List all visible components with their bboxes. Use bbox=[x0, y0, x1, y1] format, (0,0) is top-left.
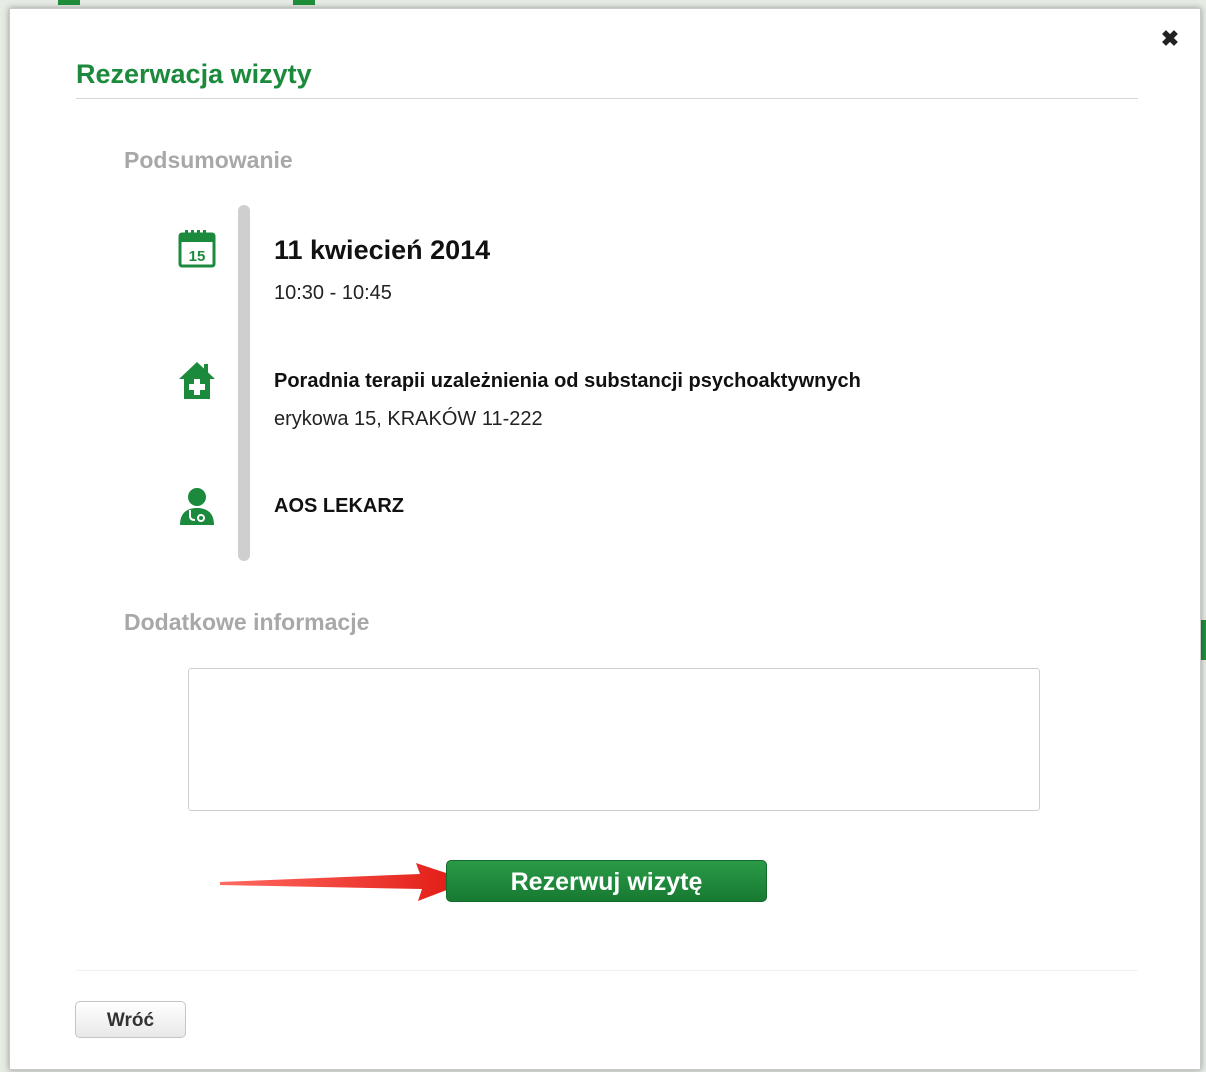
reservation-dialog: ✖ Rezerwacja wizyty Podsumowanie 15 11 k… bbox=[9, 8, 1201, 1070]
back-button[interactable]: Wróć bbox=[75, 1001, 186, 1038]
additional-info-textarea[interactable] bbox=[188, 668, 1040, 811]
reserve-visit-button[interactable]: Rezerwuj wizytę bbox=[446, 860, 767, 902]
backdrop-tab-marker bbox=[58, 0, 80, 5]
visit-time: 10:30 - 10:45 bbox=[274, 282, 392, 304]
doctor-name: AOS LEKARZ bbox=[274, 495, 404, 517]
backdrop-tab-marker bbox=[293, 0, 315, 5]
annotation-arrow-icon bbox=[220, 863, 470, 901]
visit-date: 11 kwiecień 2014 bbox=[274, 235, 491, 265]
additional-info-heading: Dodatkowe informacje bbox=[124, 609, 370, 635]
svg-text:15: 15 bbox=[189, 248, 206, 265]
title-divider bbox=[76, 98, 1138, 99]
close-icon[interactable]: ✖ bbox=[1160, 28, 1180, 50]
doctor-icon bbox=[180, 488, 214, 525]
summary-heading: Podsumowanie bbox=[124, 147, 293, 173]
clinic-name: Poradnia terapii uzależnienia od substan… bbox=[274, 370, 861, 392]
dialog-title: Rezerwacja wizyty bbox=[76, 59, 312, 89]
clinic-address: erykowa 15, KRAKÓW 11-222 bbox=[274, 408, 543, 430]
footer-divider bbox=[76, 970, 1138, 971]
summary-timeline-bar bbox=[238, 205, 250, 561]
calendar-icon: 15 bbox=[178, 230, 216, 268]
clinic-house-icon bbox=[179, 362, 215, 399]
